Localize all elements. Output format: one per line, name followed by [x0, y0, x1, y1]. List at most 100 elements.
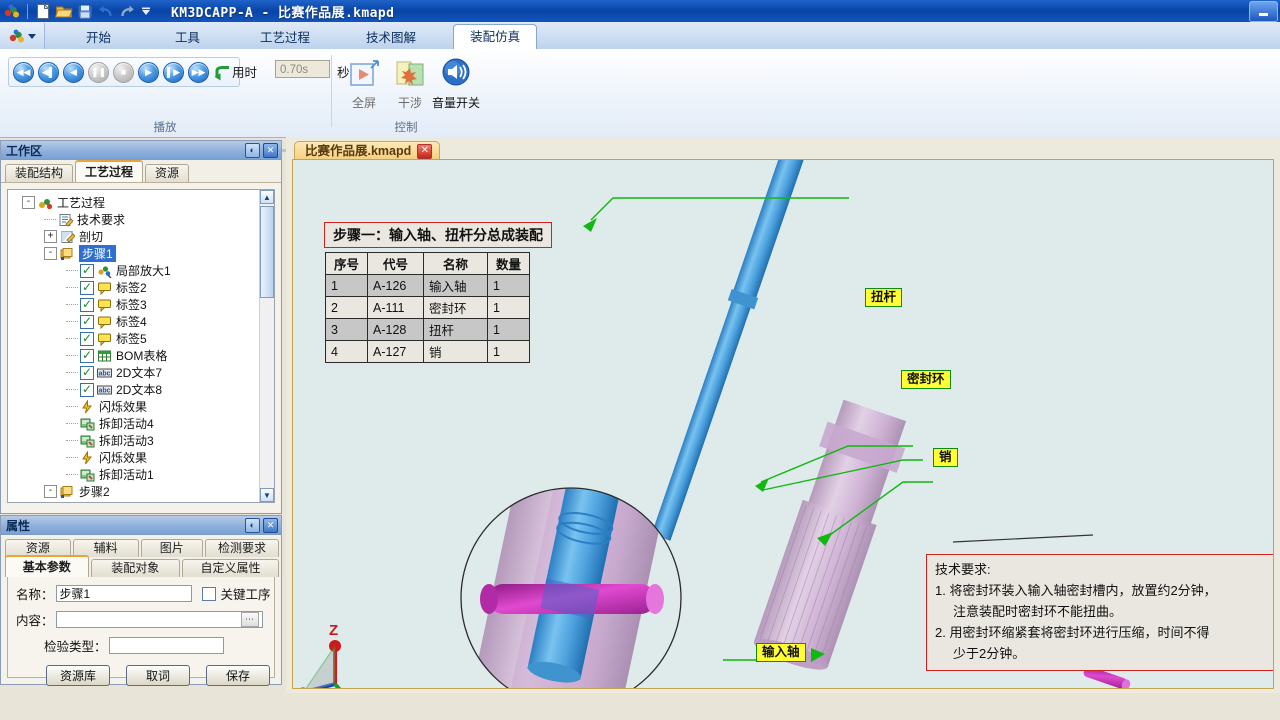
- tab-process-flow[interactable]: 工艺过程: [75, 160, 143, 182]
- tab-assembly-structure[interactable]: 装配结构: [5, 164, 73, 182]
- tree-item-label-balloon[interactable]: 标签3: [8, 296, 260, 313]
- magnifier-leader-line: [953, 535, 1093, 542]
- elapsed-time-field[interactable]: 0.70s: [275, 60, 330, 78]
- tab-custom-properties[interactable]: 自定义属性: [182, 559, 279, 577]
- application-menu-button[interactable]: [0, 23, 45, 49]
- tab-basic-parameters[interactable]: 基本参数: [5, 555, 89, 577]
- inspect-type-input[interactable]: [109, 637, 224, 654]
- tree-item-bom-table[interactable]: BOM表格: [8, 347, 260, 364]
- tab-assembly-simulation[interactable]: 装配仿真: [453, 24, 537, 50]
- tab-resource[interactable]: 资源: [145, 164, 189, 182]
- scroll-up-button[interactable]: ▲: [260, 190, 274, 204]
- volume-toggle-button[interactable]: 音量开关: [430, 57, 482, 111]
- content-browse-button[interactable]: ⋯: [241, 612, 259, 627]
- previous-step-button[interactable]: ◀▌: [38, 62, 59, 83]
- redo-icon[interactable]: [118, 3, 136, 20]
- new-doc-icon[interactable]: [34, 3, 52, 20]
- visibility-checkbox[interactable]: [80, 264, 94, 278]
- save-button[interactable]: 保存: [206, 665, 270, 686]
- tree-item-tech-requirement[interactable]: 技术要求: [8, 211, 260, 228]
- undo-icon[interactable]: [97, 3, 115, 20]
- visibility-checkbox[interactable]: [80, 298, 94, 312]
- 3d-viewport[interactable]: Z X 步骤一：输入轴、扭杆分总成装配 序号 代号 名称 数量 1 A-126 …: [292, 159, 1274, 689]
- callout-input-shaft[interactable]: 输入轴: [756, 643, 806, 662]
- scrollbar-thumb[interactable]: [260, 206, 274, 298]
- tree-item-process-root[interactable]: -工艺过程: [8, 194, 260, 211]
- text-2d-icon: abc: [97, 383, 112, 397]
- tree-item-step-folder[interactable]: -步骤2: [8, 483, 260, 500]
- rewind-to-start-button[interactable]: ◀◀: [13, 62, 34, 83]
- app-menu-icon: [8, 28, 26, 45]
- document-tab-label: 比赛作品展.kmapd: [305, 142, 411, 160]
- visibility-checkbox[interactable]: [80, 281, 94, 295]
- visibility-checkbox[interactable]: [80, 383, 94, 397]
- play-forward-button[interactable]: ▶: [138, 62, 159, 83]
- tree-item-disassembly-activity[interactable]: 拆卸活动4: [8, 415, 260, 432]
- close-icon[interactable]: ✕: [263, 518, 278, 533]
- axis-triad: [298, 640, 356, 688]
- tree-item-label-balloon[interactable]: 标签2: [8, 279, 260, 296]
- stop-button[interactable]: ■: [113, 62, 134, 83]
- visibility-checkbox[interactable]: [80, 349, 94, 363]
- tab-assembly-object[interactable]: 装配对象: [91, 559, 180, 577]
- interference-button[interactable]: 干涉: [384, 57, 436, 111]
- key-process-checkbox[interactable]: [202, 587, 216, 601]
- auto-hide-icon[interactable]: ◐: [245, 518, 260, 533]
- expand-toggle-icon[interactable]: +: [44, 230, 57, 243]
- tree-item-bom-table[interactable]: BOM表格: [8, 500, 260, 502]
- tree-item-flash-effect[interactable]: 闪烁效果: [8, 449, 260, 466]
- visibility-checkbox[interactable]: [80, 332, 94, 346]
- tree-item-disassembly-activity[interactable]: 拆卸活动3: [8, 432, 260, 449]
- next-step-button[interactable]: ▌▶: [163, 62, 184, 83]
- resource-library-button[interactable]: 资源库: [46, 665, 110, 686]
- save-disk-icon[interactable]: [76, 3, 94, 20]
- visibility-checkbox[interactable]: [80, 366, 94, 380]
- tab-tools[interactable]: 工具: [158, 26, 217, 49]
- forward-to-end-button[interactable]: ▶▶: [188, 62, 209, 83]
- tab-image[interactable]: 图片: [141, 539, 204, 557]
- content-input[interactable]: ⋯: [56, 611, 263, 628]
- app-logo-icon[interactable]: [3, 3, 21, 20]
- restore-button[interactable]: [1249, 1, 1278, 22]
- tree-item-text-2d[interactable]: abc2D文本7: [8, 364, 260, 381]
- collapse-toggle-icon[interactable]: -: [44, 485, 57, 498]
- open-folder-icon[interactable]: [55, 3, 73, 20]
- customize-caret-icon[interactable]: [139, 3, 157, 20]
- table-row: 4 A-127 销 1: [326, 341, 530, 363]
- tree-item-disassembly-activity[interactable]: 拆卸活动1: [8, 466, 260, 483]
- close-icon[interactable]: ✕: [263, 143, 278, 158]
- callout-seal-ring[interactable]: 密封环: [901, 370, 951, 389]
- tab-start[interactable]: 开始: [69, 26, 128, 49]
- tree-item-label-balloon[interactable]: 标签5: [8, 330, 260, 347]
- callout-torsion-bar[interactable]: 扭杆: [865, 288, 902, 307]
- document-tab[interactable]: 比赛作品展.kmapd ✕: [294, 141, 440, 160]
- collapse-toggle-icon[interactable]: -: [44, 247, 57, 260]
- ribbon-tab-bar: 开始 工具 工艺过程 技术图解 装配仿真: [0, 22, 1280, 50]
- auto-hide-icon[interactable]: ◐: [245, 143, 260, 158]
- tree-item-label-balloon[interactable]: 标签4: [8, 313, 260, 330]
- tree-item-section-cut[interactable]: +剖切: [8, 228, 260, 245]
- play-backward-button[interactable]: ◀: [63, 62, 84, 83]
- tree-item-label: 标签3: [116, 296, 147, 313]
- tab-inspection-requirement[interactable]: 检测要求: [205, 539, 279, 557]
- name-input[interactable]: 步骤1: [56, 585, 192, 602]
- visibility-checkbox[interactable]: [80, 502, 94, 503]
- scroll-down-button[interactable]: ▼: [260, 488, 274, 502]
- collapse-toggle-icon[interactable]: -: [22, 196, 35, 209]
- tree-vertical-scrollbar[interactable]: ▲ ▼: [259, 190, 274, 502]
- callout-pin[interactable]: 销: [933, 448, 958, 467]
- tree-item-label: 拆卸活动1: [99, 466, 154, 483]
- tree-item-flash-effect[interactable]: 闪烁效果: [8, 398, 260, 415]
- visibility-checkbox[interactable]: [80, 315, 94, 329]
- tab-process[interactable]: 工艺过程: [243, 26, 327, 49]
- application-window: KM3DCAPP-A - 比赛作品展.kmapd 开始 工具 工艺过程 技术图解…: [0, 0, 1280, 720]
- tree-item-step-folder[interactable]: -步骤1: [8, 245, 260, 262]
- pick-word-button[interactable]: 取词: [126, 665, 190, 686]
- process-tree[interactable]: -工艺过程技术要求+剖切-步骤1局部放大1标签2标签3标签4标签5BOM表格ab…: [8, 190, 260, 502]
- pause-button[interactable]: ❚❚: [88, 62, 109, 83]
- tree-item-local-zoom[interactable]: 局部放大1: [8, 262, 260, 279]
- tab-technical-illustration[interactable]: 技术图解: [349, 26, 433, 49]
- tree-item-text-2d[interactable]: abc2D文本8: [8, 381, 260, 398]
- fullscreen-button[interactable]: 全屏: [338, 57, 390, 111]
- close-icon[interactable]: ✕: [417, 144, 432, 159]
